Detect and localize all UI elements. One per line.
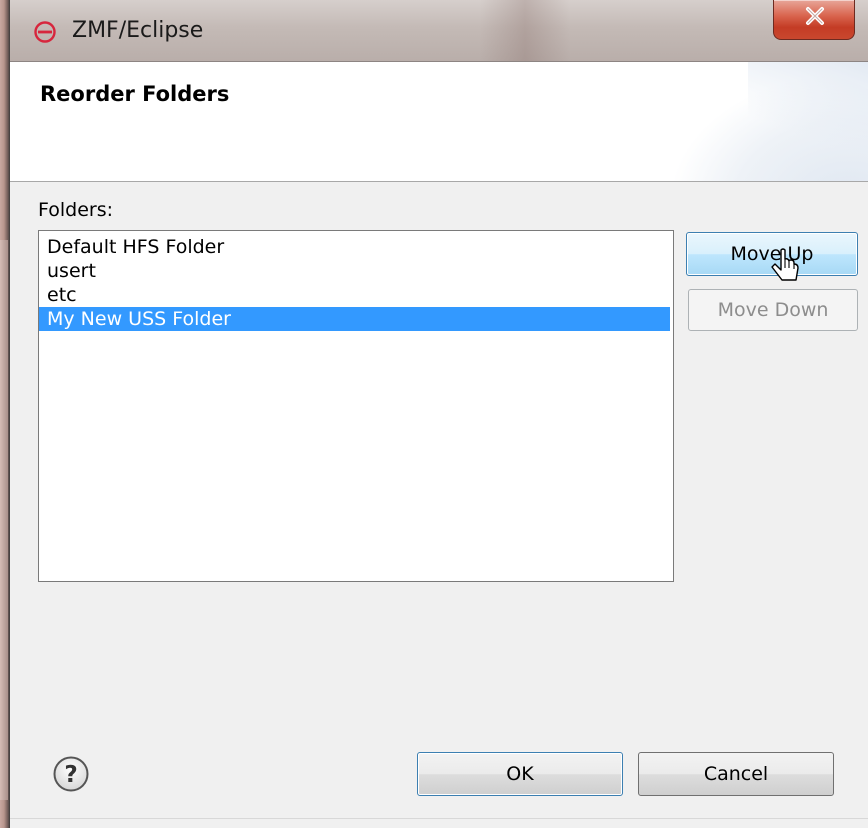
dialog-window: ZMF/Eclipse Reorder Folders Folders: Def… [0,0,868,828]
dialog-title: Reorder Folders [40,82,230,106]
list-item[interactable]: usert [39,259,673,283]
window-title: ZMF/Eclipse [72,18,204,43]
ok-button[interactable]: OK [417,752,623,796]
zmf-logo-icon [34,21,56,43]
folders-label: Folders: [38,199,114,221]
folder-list[interactable]: Default HFS Folder usert etc My New USS … [38,230,674,582]
list-item[interactable]: Default HFS Folder [39,235,673,259]
dialog-header-banner: Reorder Folders [10,62,868,182]
help-icon[interactable]: ? [52,755,90,793]
title-bar[interactable]: ZMF/Eclipse [10,0,868,62]
move-down-button[interactable]: Move Down [688,289,858,331]
close-button[interactable] [773,0,855,40]
close-icon [806,7,824,25]
background-window-edge [0,0,10,828]
list-item[interactable]: My New USS Folder [39,307,670,331]
mouse-cursor-icon [771,248,799,281]
list-item[interactable]: etc [39,283,673,307]
dialog-bottom-border [10,818,868,828]
cancel-button[interactable]: Cancel [638,752,834,796]
svg-text:?: ? [64,762,77,788]
